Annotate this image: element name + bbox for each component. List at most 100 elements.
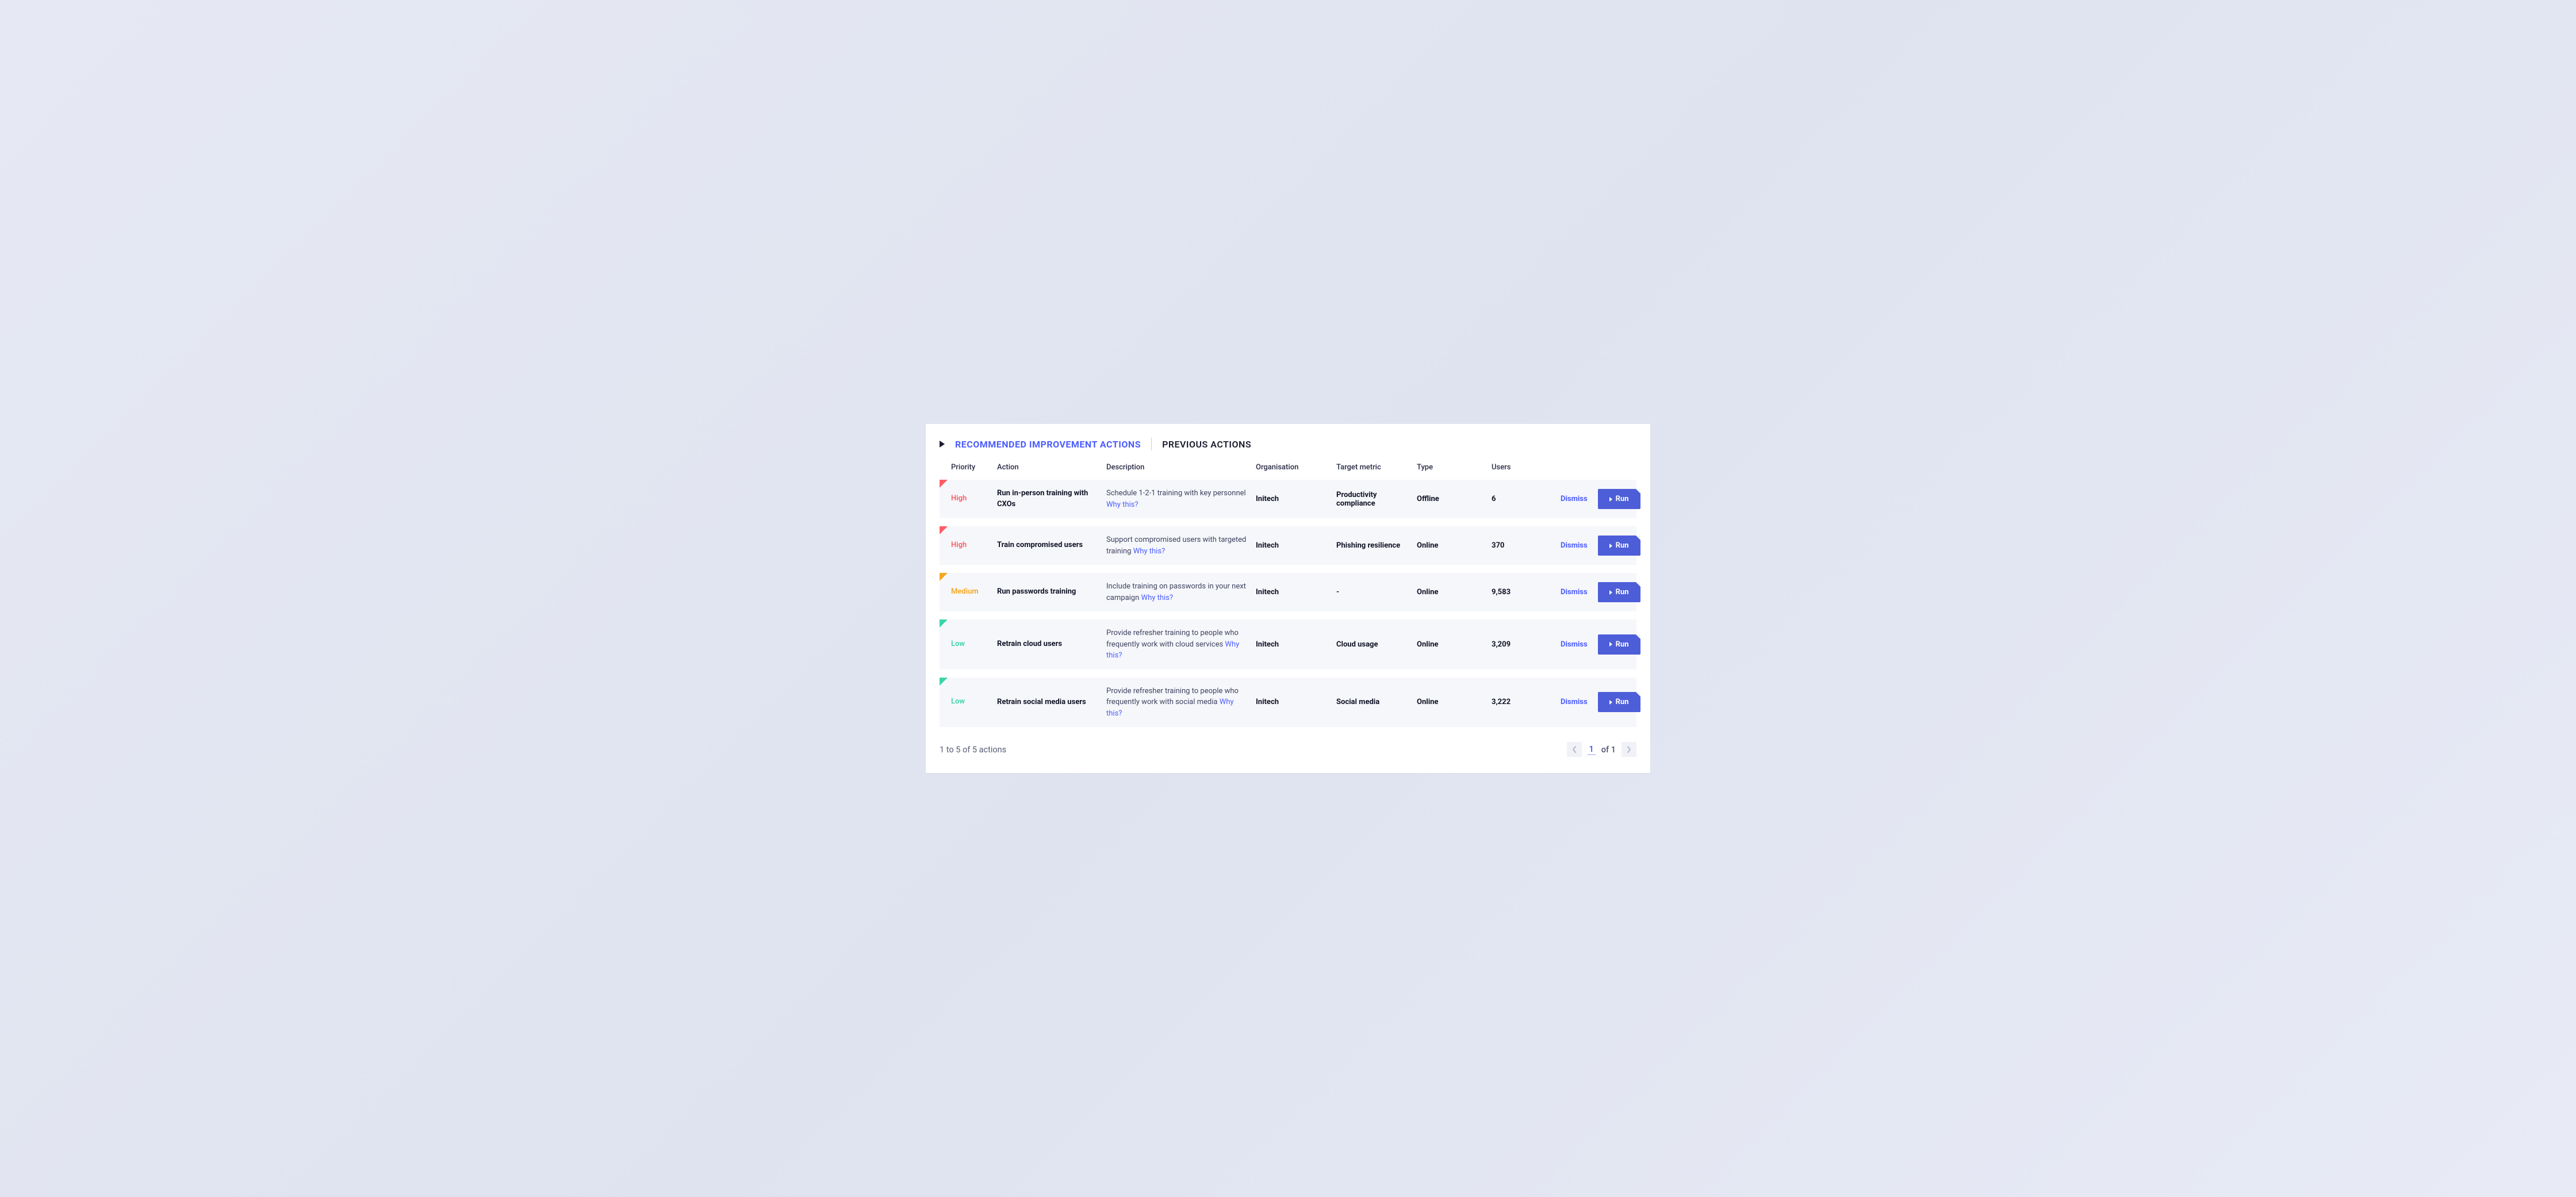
action-cell: Retrain social media users (997, 697, 1101, 708)
description-text: Provide refresher training to people who… (1106, 687, 1239, 707)
priority-flag-icon (940, 573, 948, 581)
description-cell: Support compromised users with targeted … (1106, 534, 1250, 557)
run-button-label: Run (1616, 640, 1629, 649)
dismiss-button[interactable]: Dismiss (1561, 541, 1588, 550)
table-row: High Run in-person training with CXOs Sc… (940, 480, 1636, 518)
run-button[interactable]: Run (1598, 692, 1640, 712)
type-cell: Online (1417, 640, 1486, 649)
why-this-link[interactable]: Why this? (1141, 594, 1174, 602)
priority-flag-icon (940, 526, 948, 534)
run-button[interactable]: Run (1598, 634, 1640, 655)
row-actions: Dismiss Run (1561, 536, 1640, 556)
description-text: Schedule 1-2-1 training with key personn… (1106, 489, 1246, 498)
col-users: Users (1492, 463, 1555, 472)
tab-recommended[interactable]: RECOMMENDED IMPROVEMENT ACTIONS (955, 439, 1141, 450)
priority-cell: Medium (951, 587, 991, 596)
target-metric-cell: Productivity compliance (1336, 491, 1411, 508)
play-icon (1609, 700, 1612, 705)
priority-cell: High (951, 494, 991, 503)
run-button-label: Run (1616, 588, 1629, 596)
description-text: Provide refresher training to people who… (1106, 629, 1239, 649)
table-footer: 1 to 5 of 5 actions 1 of 1 (940, 742, 1636, 757)
chevron-left-icon (1572, 746, 1577, 753)
priority-flag-icon (940, 480, 948, 488)
priority-flag-icon (940, 619, 948, 628)
tab-divider (1151, 438, 1152, 450)
col-description: Description (1106, 463, 1250, 472)
type-cell: Online (1417, 541, 1486, 550)
play-icon (1609, 590, 1612, 595)
priority-cell: Low (951, 697, 991, 706)
row-actions: Dismiss Run (1561, 582, 1640, 602)
users-cell: 6 (1492, 495, 1555, 503)
target-metric-cell: Social media (1336, 698, 1411, 706)
action-cell: Run passwords training (997, 587, 1101, 597)
description-text: Support compromised users with targeted … (1106, 536, 1246, 556)
organisation-cell: Initech (1256, 541, 1331, 550)
caret-right-icon (940, 441, 945, 448)
pager-current-page[interactable]: 1 (1588, 744, 1596, 755)
play-icon (1609, 642, 1612, 647)
users-cell: 3,222 (1492, 698, 1555, 706)
run-button[interactable]: Run (1598, 489, 1640, 509)
why-this-link[interactable]: Why this? (1133, 547, 1166, 556)
chevron-right-icon (1627, 746, 1631, 753)
description-cell: Provide refresher training to people who… (1106, 686, 1250, 720)
pager-next-button[interactable] (1621, 742, 1636, 757)
type-cell: Online (1417, 698, 1486, 706)
result-count: 1 to 5 of 5 actions (940, 745, 1006, 755)
col-priority: Priority (951, 463, 991, 472)
organisation-cell: Initech (1256, 495, 1331, 503)
run-button[interactable]: Run (1598, 536, 1640, 556)
users-cell: 370 (1492, 541, 1555, 550)
dismiss-button[interactable]: Dismiss (1561, 495, 1588, 503)
dismiss-button[interactable]: Dismiss (1561, 698, 1588, 706)
description-cell: Schedule 1-2-1 training with key personn… (1106, 488, 1250, 510)
organisation-cell: Initech (1256, 698, 1331, 706)
users-cell: 9,583 (1492, 588, 1555, 596)
pager-of-label: of 1 (1601, 745, 1616, 755)
tabs-row: RECOMMENDED IMPROVEMENT ACTIONS PREVIOUS… (940, 438, 1636, 450)
row-actions: Dismiss Run (1561, 692, 1640, 712)
organisation-cell: Initech (1256, 588, 1331, 596)
run-button-label: Run (1616, 495, 1629, 503)
organisation-cell: Initech (1256, 640, 1331, 649)
priority-flag-icon (940, 678, 948, 686)
dismiss-button[interactable]: Dismiss (1561, 640, 1588, 649)
table-row: Medium Run passwords training Include tr… (940, 573, 1636, 611)
col-organisation: Organisation (1256, 463, 1331, 472)
table-body: High Run in-person training with CXOs Sc… (940, 480, 1636, 727)
priority-cell: Low (951, 640, 991, 648)
table-row: Low Retrain social media users Provide r… (940, 678, 1636, 728)
row-actions: Dismiss Run (1561, 634, 1640, 655)
users-cell: 3,209 (1492, 640, 1555, 649)
priority-cell: High (951, 541, 991, 549)
play-icon (1609, 497, 1612, 502)
type-cell: Offline (1417, 495, 1486, 503)
table-row: Low Retrain cloud users Provide refreshe… (940, 619, 1636, 670)
description-text: Include training on passwords in your ne… (1106, 582, 1246, 602)
target-metric-cell: - (1336, 588, 1411, 596)
col-action: Action (997, 463, 1101, 472)
pager: 1 of 1 (1567, 742, 1637, 757)
table-header: Priority Action Description Organisation… (940, 463, 1636, 480)
pager-prev-button[interactable] (1567, 742, 1582, 757)
col-type: Type (1417, 463, 1486, 472)
run-button[interactable]: Run (1598, 582, 1640, 602)
tab-previous[interactable]: PREVIOUS ACTIONS (1162, 439, 1251, 450)
description-cell: Provide refresher training to people who… (1106, 628, 1250, 661)
target-metric-cell: Phishing resilience (1336, 541, 1411, 550)
why-this-link[interactable]: Why this? (1106, 500, 1138, 509)
run-button-label: Run (1616, 541, 1629, 550)
dismiss-button[interactable]: Dismiss (1561, 588, 1588, 596)
row-actions: Dismiss Run (1561, 489, 1640, 509)
actions-card: RECOMMENDED IMPROVEMENT ACTIONS PREVIOUS… (926, 424, 1650, 773)
description-cell: Include training on passwords in your ne… (1106, 581, 1250, 603)
run-button-label: Run (1616, 698, 1629, 706)
table-row: High Train compromised users Support com… (940, 526, 1636, 565)
action-cell: Train compromised users (997, 540, 1101, 550)
play-icon (1609, 544, 1612, 548)
col-target-metric: Target metric (1336, 463, 1411, 472)
action-cell: Run in-person training with CXOs (997, 488, 1101, 509)
action-cell: Retrain cloud users (997, 639, 1101, 649)
